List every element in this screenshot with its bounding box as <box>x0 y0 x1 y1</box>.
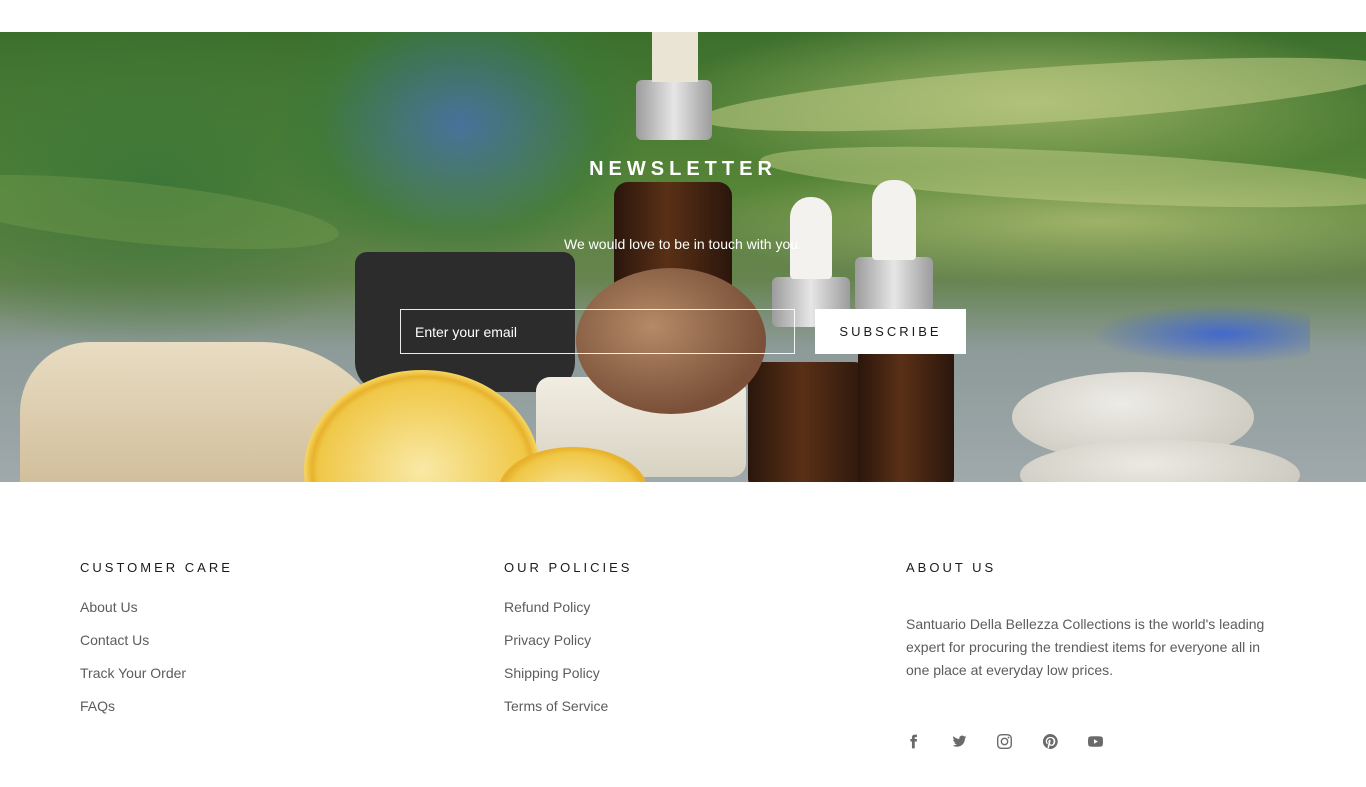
footer-about: ABOUT US Santuario Della Bellezza Collec… <box>906 560 1276 682</box>
subscribe-button[interactable]: SUBSCRIBE <box>815 309 966 354</box>
footer-policies: OUR POLICIES Refund Policy Privacy Polic… <box>504 560 632 731</box>
footer-link-track-order[interactable]: Track Your Order <box>80 665 233 698</box>
dropper-bulb-tall <box>652 32 698 82</box>
dropper-cap <box>855 257 933 312</box>
lavender-sprig <box>1090 304 1310 364</box>
footer-link-shipping-policy[interactable]: Shipping Policy <box>504 665 632 698</box>
pinterest-icon[interactable] <box>1042 733 1062 753</box>
leaf-stripe <box>698 42 1366 147</box>
about-heading: ABOUT US <box>906 560 997 575</box>
footer-customer-care: CUSTOMER CARE About Us Contact Us Track … <box>80 560 233 731</box>
customer-care-heading: CUSTOMER CARE <box>80 560 233 575</box>
twitter-icon[interactable] <box>952 734 971 753</box>
newsletter-title: NEWSLETTER <box>589 158 777 180</box>
youtube-icon[interactable] <box>1087 734 1107 753</box>
newsletter-hero: NEWSLETTER We would love to be in touch … <box>0 32 1366 482</box>
about-text: Santuario Della Bellezza Collections is … <box>906 616 1265 678</box>
instagram-icon[interactable] <box>997 734 1016 753</box>
facebook-icon[interactable] <box>906 734 925 753</box>
newsletter-subtitle: We would love to be in touch with you. <box>564 236 802 252</box>
footer-link-contact-us[interactable]: Contact Us <box>80 632 233 665</box>
dropper-bottle <box>748 362 868 482</box>
social-links <box>906 733 1134 753</box>
footer-link-refund-policy[interactable]: Refund Policy <box>504 599 632 632</box>
footer-link-faqs[interactable]: FAQs <box>80 698 233 731</box>
top-bar <box>0 0 1366 32</box>
email-input[interactable] <box>400 309 795 354</box>
policies-heading: OUR POLICIES <box>504 560 633 575</box>
dropper-cap-tall <box>636 80 712 140</box>
footer-link-about-us[interactable]: About Us <box>80 599 233 632</box>
footer-link-terms-of-service[interactable]: Terms of Service <box>504 698 632 731</box>
lavender-plant <box>280 32 640 262</box>
dropper-bottle <box>858 342 954 482</box>
footer-link-privacy-policy[interactable]: Privacy Policy <box>504 632 632 665</box>
